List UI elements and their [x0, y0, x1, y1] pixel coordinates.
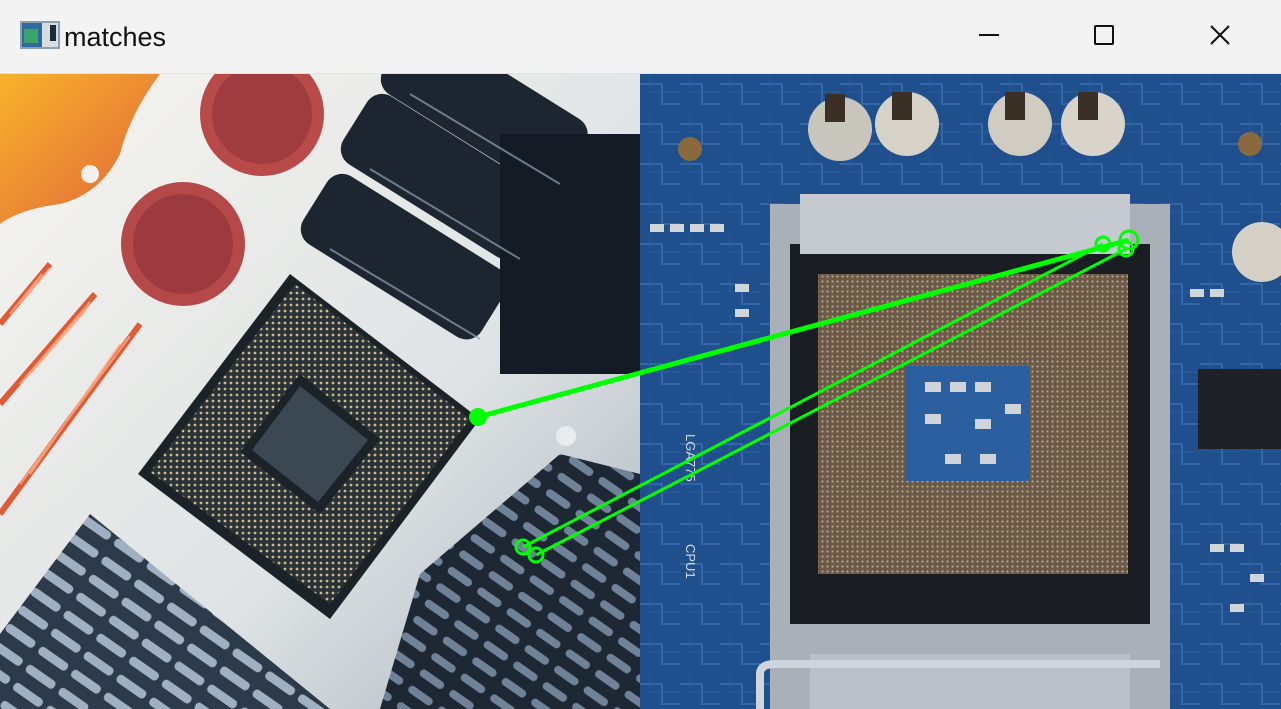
minimize-button[interactable]	[960, 12, 1018, 58]
title-bar[interactable]: matches	[0, 0, 1281, 74]
minimize-icon	[979, 34, 999, 36]
right-image: LGA775 CPU1	[640, 74, 1281, 709]
left-image	[0, 74, 640, 709]
match-image-canvas: LGA775 CPU1	[0, 74, 1281, 709]
cpu-label: CPU1	[683, 544, 698, 579]
maximize-icon	[1094, 25, 1114, 45]
close-icon	[1210, 25, 1230, 45]
matches-window: matches LGA775 CPU1	[0, 0, 1281, 709]
image-window-icon	[20, 21, 60, 49]
maximize-button[interactable]	[1075, 12, 1133, 58]
window-title: matches	[64, 22, 167, 52]
matches-visualization: LGA775 CPU1	[0, 74, 1281, 709]
close-button[interactable]	[1191, 12, 1249, 58]
